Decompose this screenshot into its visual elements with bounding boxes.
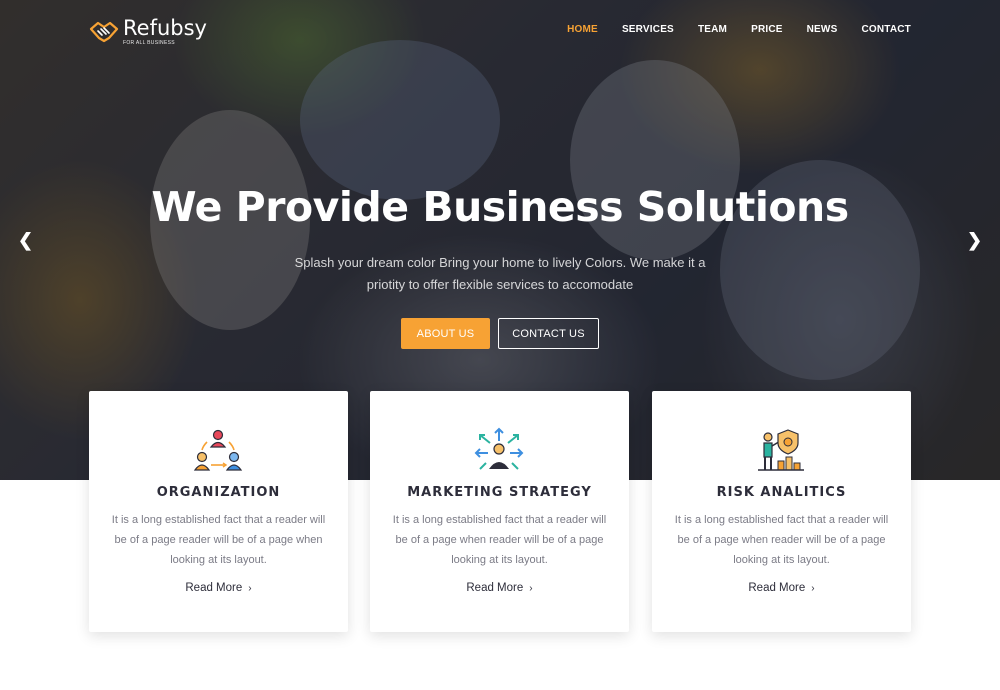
nav-contact[interactable]: CONTACT xyxy=(861,24,911,35)
read-more-link[interactable]: Read More › xyxy=(89,582,348,594)
nav-team[interactable]: TEAM xyxy=(698,24,727,35)
service-card-marketing-strategy: MARKETING STRATEGY It is a long establis… xyxy=(370,391,629,632)
chevron-right-icon: › xyxy=(248,583,252,594)
card-text: It is a long established fact that a rea… xyxy=(392,514,607,566)
brand-name: Refubsy xyxy=(123,16,207,40)
hero-title: We Provide Business Solutions xyxy=(151,183,849,231)
chevron-right-icon: › xyxy=(811,583,815,594)
chevron-right-icon: › xyxy=(529,583,533,594)
brand-logo[interactable]: Refubsy FOR ALL BUSINESS xyxy=(89,18,207,46)
read-more-link[interactable]: Read More › xyxy=(370,582,629,594)
risk-analytics-icon xyxy=(758,429,804,471)
hero-subtitle: Splash your dream color Bring your home … xyxy=(294,255,706,292)
read-more-label: Read More xyxy=(748,582,806,594)
marketing-strategy-icon xyxy=(474,427,524,470)
card-title: ORGANIZATION xyxy=(156,485,281,500)
card-title: MARKETING STRATEGY xyxy=(407,485,592,500)
card-title: RISK ANALITICS xyxy=(716,485,847,500)
nav-home[interactable]: HOME xyxy=(567,24,598,35)
read-more-link[interactable]: Read More › xyxy=(652,582,911,594)
contact-us-button[interactable]: CONTACT US xyxy=(498,318,599,349)
nav-services[interactable]: SERVICES xyxy=(622,24,674,35)
nav-news[interactable]: NEWS xyxy=(807,24,838,35)
handshake-icon xyxy=(89,21,119,43)
main-nav: HOME SERVICES TEAM PRICE NEWS CONTACT xyxy=(543,24,911,35)
read-more-label: Read More xyxy=(466,582,524,594)
service-card-risk-analytics: RISK ANALITICS It is a long established … xyxy=(652,391,911,632)
nav-price[interactable]: PRICE xyxy=(751,24,783,35)
service-card-organization: ORGANIZATION It is a long established fa… xyxy=(89,391,348,632)
organization-icon xyxy=(193,429,243,471)
read-more-label: Read More xyxy=(185,582,243,594)
card-text: It is a long established fact that a rea… xyxy=(674,514,889,566)
chevron-left-icon[interactable]: ❮ xyxy=(18,230,33,251)
brand-tagline: FOR ALL BUSINESS xyxy=(123,40,175,46)
about-us-button[interactable]: ABOUT US xyxy=(401,318,490,349)
chevron-right-icon[interactable]: ❯ xyxy=(967,230,982,251)
card-text: It is a long established fact that a rea… xyxy=(111,514,326,566)
